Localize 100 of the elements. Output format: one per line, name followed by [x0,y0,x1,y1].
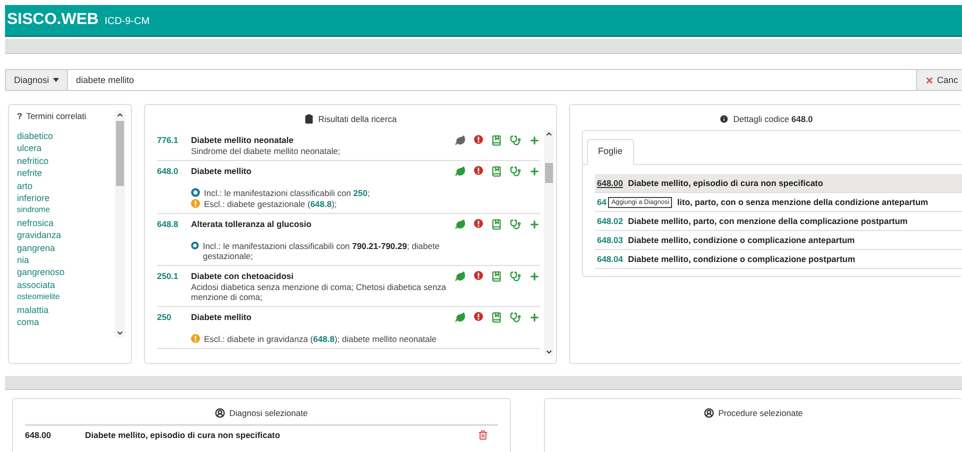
result-code[interactable]: 648.8 [157,219,191,261]
leaf-icon[interactable] [455,219,466,230]
term-link[interactable]: nia [17,254,115,266]
alert-icon [474,219,483,228]
alert-icon [474,312,483,321]
result-code[interactable]: 648.0 [157,166,191,209]
help-glyph: ? [17,111,22,121]
search-field[interactable]: diabete mellito [68,69,916,91]
caret-icon [53,78,60,82]
scrollbar[interactable] [115,111,125,337]
stethoscope-icon[interactable] [510,312,521,323]
exclude-icon [191,199,200,208]
user-icon [215,408,226,418]
term-link[interactable]: malattia [17,304,115,316]
note-text: Escl.: diabete in gravidanza (648.8); diabete mellito neonatale [204,334,437,344]
term-link[interactable]: nefrosica [17,216,115,230]
leaf-text: Diabete mellito, parto, con menzione della complicazione postpartum [628,216,908,226]
panel-title: Procedure selezionate [718,408,803,418]
leaf-code[interactable]: 648.03 [597,235,623,245]
term-link[interactable]: inferiore [17,192,115,204]
cancel-button[interactable]: Canc [916,69,962,91]
plus-icon[interactable] [529,166,540,177]
leaf-code[interactable]: 648.02 [597,216,623,226]
panel-title: Risultati della ricerca [318,114,397,124]
book-icon[interactable] [491,312,502,323]
plus-icon[interactable] [529,135,540,146]
user-icon [704,408,714,418]
note-text: Incl.: le manifestazioni classificabili con 250; [204,188,370,198]
close-icon [924,76,934,84]
note-text: Incl.: le manifestazioni classificabili con 790.21-790.29; diabete gestazionale; [202,241,441,261]
term-link[interactable]: gravidanza [17,229,115,242]
term-link[interactable]: coma [17,316,115,328]
book-icon[interactable] [491,166,502,177]
stethoscope-icon[interactable] [510,271,521,282]
result-description: Sindrome del diabete mellito neonatale; [191,146,342,156]
chevron-down-icon[interactable] [116,329,124,337]
plus-icon[interactable] [529,312,540,323]
result-code[interactable]: 776.1 [157,135,191,156]
scrollbar-thumb[interactable] [545,163,553,183]
stethoscope-icon[interactable] [510,166,521,177]
leaf-code[interactable]: 648.04 [597,254,623,264]
leaf-text: Diabete mellito, condizione o complicazione postpartum [628,254,856,264]
plus-icon[interactable] [529,219,540,230]
leaf-text: Diabete mellito, episodio di cura non specificato [628,178,824,188]
note-text: Escl.: diabete gestazionale (648.8); [204,199,337,209]
plus-icon[interactable] [529,271,540,282]
alert-icon [474,271,483,280]
book-icon[interactable] [491,271,502,282]
chevron-up-icon[interactable] [116,111,124,119]
term-link[interactable]: associata [17,278,115,292]
exclude-icon [191,334,200,343]
term-link[interactable]: diabetico [17,130,115,142]
book-icon[interactable] [491,219,502,230]
term-link[interactable]: nefritico [17,154,115,168]
alert-icon [474,166,483,175]
stethoscope-icon[interactable] [510,135,521,146]
term-link[interactable]: osteomielite [17,291,115,304]
scrollbar-thumb[interactable] [116,121,124,186]
term-link[interactable]: gangrena [17,242,115,254]
leaf-icon[interactable] [455,271,466,282]
app-title: SISCO.WEB [7,11,99,29]
diagnosis-text: Diabete mellito, episodio di cura non specificato [85,430,282,440]
result-code[interactable]: 250 [157,312,191,344]
term-link[interactable]: sindrome [17,204,115,217]
chevron-down-icon[interactable] [545,348,553,356]
term-link[interactable]: nefrite [17,167,115,180]
leaf-icon[interactable] [455,135,466,146]
panel-title: Dettagli codice 648.0 [733,114,813,124]
category-dropdown[interactable]: Diagnosi [5,69,68,91]
chevron-up-icon[interactable] [545,130,553,138]
stethoscope-icon[interactable] [510,219,521,230]
result-code[interactable]: 250.1 [157,271,191,302]
result-row[interactable]: 648.8 Alterata tolleranza al glucosio Incl.: le manifestazioni classificabili con 790.21-790.29; diabete gestazionale; [157,214,540,266]
alert-icon [474,135,483,144]
leaf-text: lito, parto, con o senza menzione della condizione antepartum [677,197,928,207]
leaf-icon[interactable] [455,312,466,323]
scrollbar[interactable] [544,130,554,356]
clipboard-icon [304,114,314,124]
term-link[interactable]: arto [17,180,115,192]
diagnosis-code: 648.00 [25,430,52,440]
term-link[interactable]: gangrenoso [17,266,115,279]
leaf-text: Diabete mellito, condizione o complicazione antepartum [628,235,855,245]
panel-title: Termini correlati [26,111,86,121]
result-description: Acidosi diabetica senza menzione di coma; Chetosi diabetica senza menzione di coma; [191,282,448,302]
leaf-code[interactable]: 648.00 [597,178,623,188]
book-icon[interactable] [491,135,502,146]
result-row[interactable]: 250 Diabete mellito Escl.: diabete in gravidanza (648.8); diabete mellito neonatale [157,307,540,349]
result-row[interactable]: 776.1 Diabete mellito neonatale Sindrome del diabete mellito neonatale; [157,130,540,161]
leaf-code[interactable]: 64 [597,197,606,207]
app-subtitle: ICD-9-CM [104,15,150,27]
leaf-icon[interactable] [455,166,466,177]
term-link[interactable]: ulcera [17,142,115,155]
info-icon [719,114,730,124]
result-row[interactable]: 250.1 Diabete con chetoacidosi Acidosi diabetica senza menzione di coma; Chetosi diabetica senza menzione di coma; [157,266,540,307]
panel-title: Diagnosi selezionate [229,408,308,418]
leaf-row[interactable]: 648.00 Diabete mellito, episodio di cura non specificato [595,174,962,193]
result-row[interactable]: 648.0 Diabete mellito Incl.: le manifestazioni classificabili con 250; Escl.: diabete gestazionale (648.8); [157,161,540,214]
result-title: Diabete con chetoacidosi [191,271,294,281]
tab[interactable]: Foglie [587,139,634,165]
result-title: Alterata tolleranza al glucosio [191,219,312,229]
